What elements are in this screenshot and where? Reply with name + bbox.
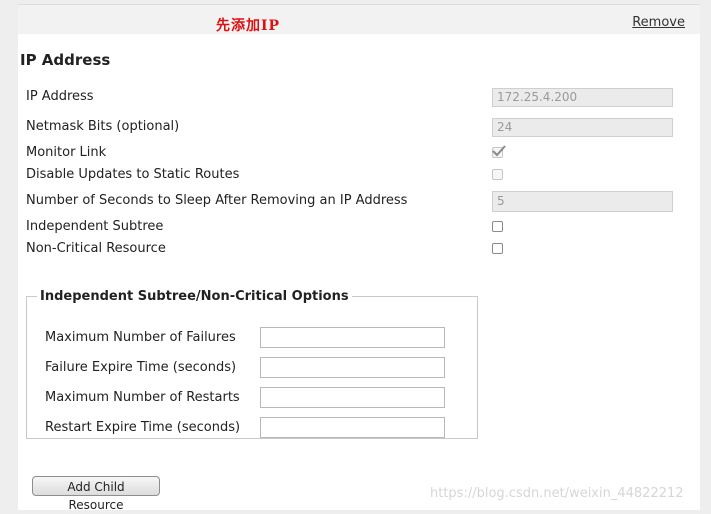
sleep-seconds-input[interactable]	[492, 191, 673, 212]
independent-subtree-checkbox[interactable]	[492, 221, 503, 232]
independent-subtree-label: Independent Subtree	[26, 219, 164, 234]
ip-address-input[interactable]	[492, 88, 673, 107]
netmask-label: Netmask Bits (optional)	[26, 119, 180, 134]
ip-address-label: IP Address	[26, 89, 94, 104]
annotation-note: 先添加IP	[216, 18, 281, 34]
checkmark-icon	[492, 145, 506, 157]
restart-expire-label: Restart Expire Time (seconds)	[45, 420, 241, 435]
non-critical-checkbox[interactable]	[492, 243, 503, 254]
options-fieldset: Independent Subtree/Non-Critical Options…	[26, 289, 478, 439]
resource-header: 先添加IP Remove	[18, 4, 700, 35]
remove-link[interactable]: Remove	[632, 15, 685, 30]
add-child-resource-button[interactable]: Add Child Resource	[32, 476, 160, 512]
disable-updates-label: Disable Updates to Static Routes	[26, 167, 240, 182]
failure-expire-input[interactable]	[260, 357, 445, 378]
max-failures-input[interactable]	[260, 327, 445, 348]
options-legend: Independent Subtree/Non-Critical Options	[40, 289, 349, 304]
restart-expire-input[interactable]	[260, 417, 445, 438]
disable-updates-checkbox[interactable]	[492, 169, 503, 180]
sleep-seconds-label: Number of Seconds to Sleep After Removin…	[26, 193, 408, 208]
max-failures-label: Maximum Number of Failures	[45, 330, 236, 345]
max-restarts-input[interactable]	[260, 387, 445, 408]
ip-address-resource-panel: IP Address IP Address Netmask Bits (opti…	[18, 34, 700, 512]
monitor-link-label: Monitor Link	[26, 145, 107, 160]
non-critical-label: Non-Critical Resource	[26, 241, 166, 256]
section-title: IP Address	[20, 51, 111, 69]
failure-expire-label: Failure Expire Time (seconds)	[45, 360, 237, 375]
max-restarts-label: Maximum Number of Restarts	[45, 390, 240, 405]
netmask-input[interactable]	[492, 118, 673, 137]
watermark: https://blog.csdn.net/weixin_44822212	[430, 486, 684, 501]
